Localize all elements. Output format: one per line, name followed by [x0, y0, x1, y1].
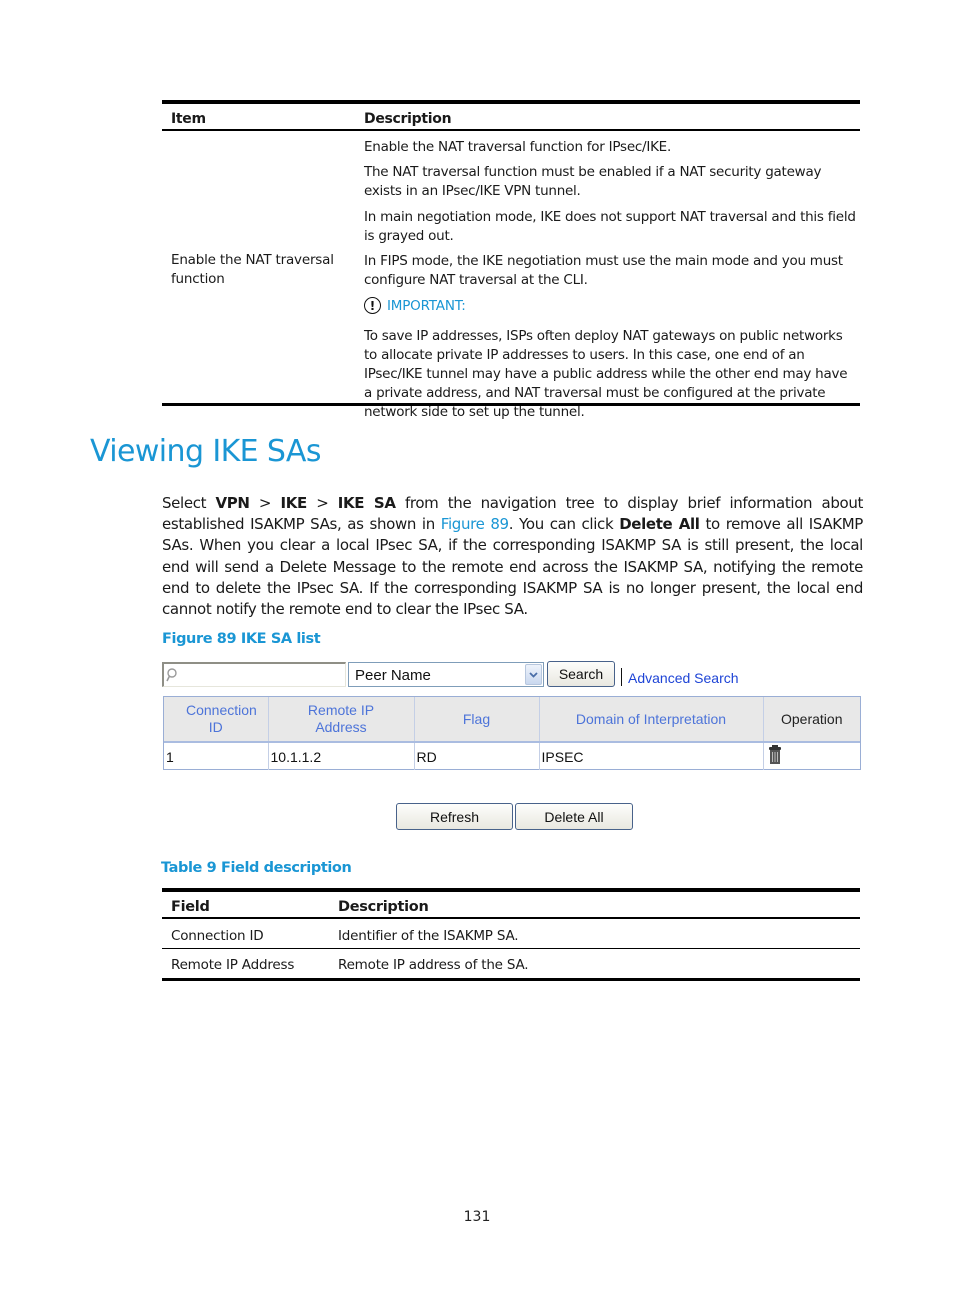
delete-all-button[interactable]: Delete All	[515, 803, 633, 830]
table-header-rule	[162, 129, 860, 131]
column-header-remote-ip[interactable]: Remote IP Address	[268, 697, 415, 743]
table-header-rule	[162, 917, 860, 919]
figure-link[interactable]: Figure 89	[441, 515, 509, 533]
header-item: Item	[171, 111, 206, 127]
text: . You can click	[508, 515, 620, 534]
text: >	[306, 494, 338, 512]
table-bottom-rule	[162, 403, 860, 406]
field-cell: Connection ID	[171, 928, 264, 944]
column-header-flag[interactable]: Flag	[414, 697, 540, 743]
menu-ike-sa: IKE SA	[337, 494, 396, 512]
important-text: To save IP addresses, ISPs often deploy …	[364, 328, 848, 420]
trash-icon[interactable]	[768, 745, 782, 765]
table-caption: Table 9 Field description	[161, 860, 352, 876]
exclamation-circle-icon: !	[364, 297, 381, 314]
column-header-doi[interactable]: Domain of Interpretation	[539, 697, 764, 743]
description-paragraph: In main negotiation mode, IKE does not s…	[364, 209, 856, 244]
section-heading: Viewing IKE SAs	[90, 434, 321, 469]
body-paragraph: Select VPN > IKE > IKE SA from the navig…	[162, 493, 863, 620]
description-cell: Remote IP address of the SA.	[338, 957, 529, 973]
description-paragraph: In FIPS mode, the IKE negotiation must u…	[364, 253, 843, 288]
ike-sa-table: Connection ID Remote IP Address Flag Dom…	[163, 696, 861, 770]
table-top-rule	[162, 888, 860, 892]
figure-caption: Figure 89 IKE SA list	[162, 631, 321, 647]
cell-doi: IPSEC	[539, 742, 764, 770]
row-rule	[162, 948, 860, 949]
page-number: 131	[463, 1209, 491, 1225]
header-field: Field	[171, 899, 210, 915]
select-value: Peer Name	[355, 667, 431, 684]
table-row: 1 10.1.1.2 RD IPSEC	[164, 742, 860, 770]
menu-ike: IKE	[280, 494, 307, 512]
cell-flag: RD	[414, 742, 540, 770]
table-bottom-rule	[162, 978, 860, 981]
table-top-rule	[162, 100, 860, 104]
column-header-connection-id[interactable]: Connection ID	[164, 697, 269, 743]
field-cell: Remote IP Address	[171, 957, 295, 973]
important-note-header: ! IMPORTANT:	[364, 297, 466, 314]
search-field-select[interactable]: Peer Name	[348, 662, 544, 687]
chevron-down-icon[interactable]	[525, 664, 542, 685]
header-description: Description	[364, 111, 452, 127]
description-paragraph: The NAT traversal function must be enabl…	[364, 164, 822, 199]
search-button[interactable]: Search	[547, 661, 615, 687]
description-cell: Identifier of the ISAKMP SA.	[338, 928, 519, 944]
important-label: IMPORTANT:	[387, 297, 466, 314]
advanced-search-link[interactable]: Advanced Search	[628, 670, 739, 686]
description-paragraph: Enable the NAT traversal function for IP…	[364, 139, 671, 155]
refresh-button[interactable]: Refresh	[396, 803, 513, 830]
cell-remote-ip: 10.1.1.2	[268, 742, 415, 770]
text: Select	[162, 494, 216, 512]
separator	[621, 668, 622, 686]
item-cell: Enable the NAT traversal function	[171, 252, 334, 287]
menu-vpn: VPN	[215, 494, 250, 512]
text: >	[249, 494, 281, 512]
cell-connection-id: 1	[164, 742, 269, 770]
column-header-operation: Operation	[763, 697, 860, 743]
search-icon	[166, 668, 177, 682]
delete-all-ref: Delete All	[619, 515, 700, 534]
search-input[interactable]	[162, 662, 346, 687]
cell-operation	[763, 742, 860, 770]
header-description: Description	[338, 899, 429, 915]
